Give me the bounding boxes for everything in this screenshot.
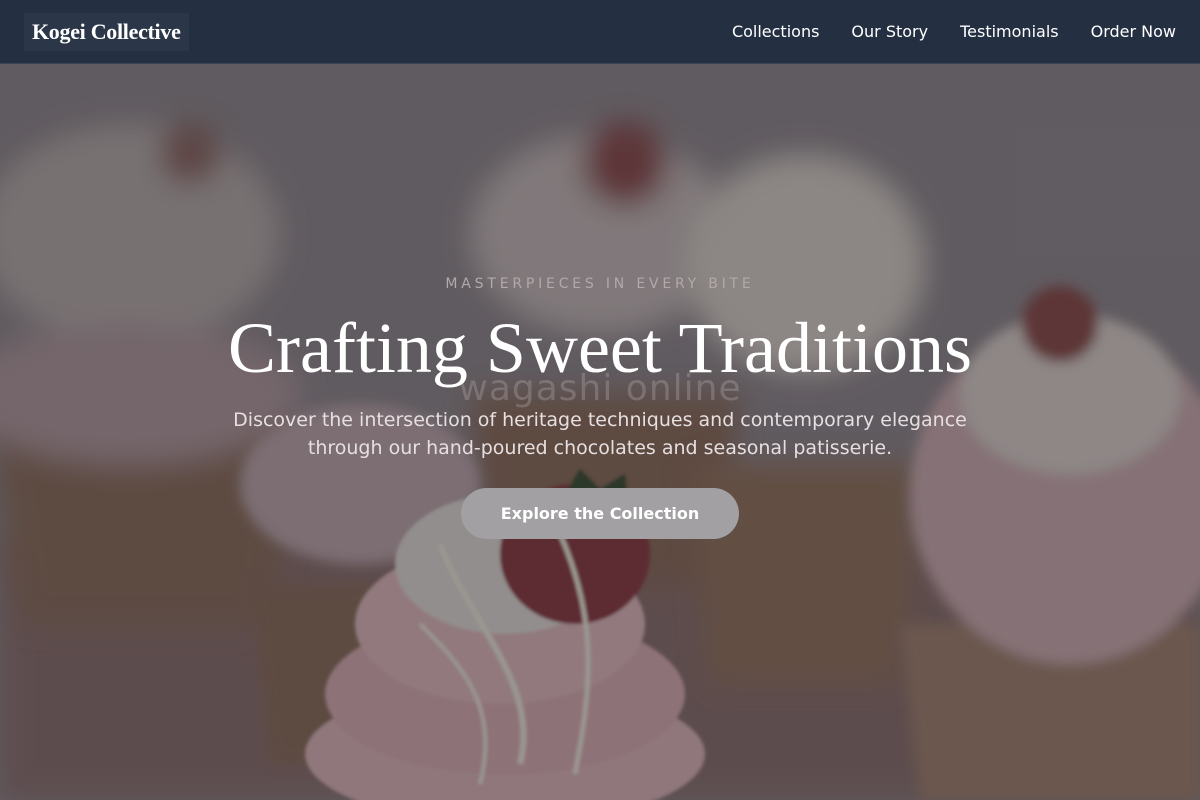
hero-section: MASTERPIECES IN EVERY BITE wagashi onlin…	[0, 64, 1200, 800]
nav-link-order-now[interactable]: Order Now	[1091, 22, 1176, 41]
brand-logo[interactable]: Kogei Collective	[24, 12, 189, 51]
top-navbar: Kogei Collective Collections Our Story T…	[0, 0, 1200, 64]
nav-links: Collections Our Story Testimonials Order…	[732, 22, 1176, 41]
explore-collection-button[interactable]: Explore the Collection	[461, 488, 739, 539]
hero-headline: Crafting Sweet Traditions	[227, 308, 972, 388]
hero-eyebrow: MASTERPIECES IN EVERY BITE	[445, 276, 755, 292]
hero-subtitle: Discover the intersection of heritage te…	[233, 409, 967, 459]
nav-link-testimonials[interactable]: Testimonials	[960, 22, 1059, 41]
hero-content: MASTERPIECES IN EVERY BITE wagashi onlin…	[0, 64, 1200, 800]
nav-link-collections[interactable]: Collections	[732, 22, 819, 41]
nav-link-our-story[interactable]: Our Story	[851, 22, 928, 41]
